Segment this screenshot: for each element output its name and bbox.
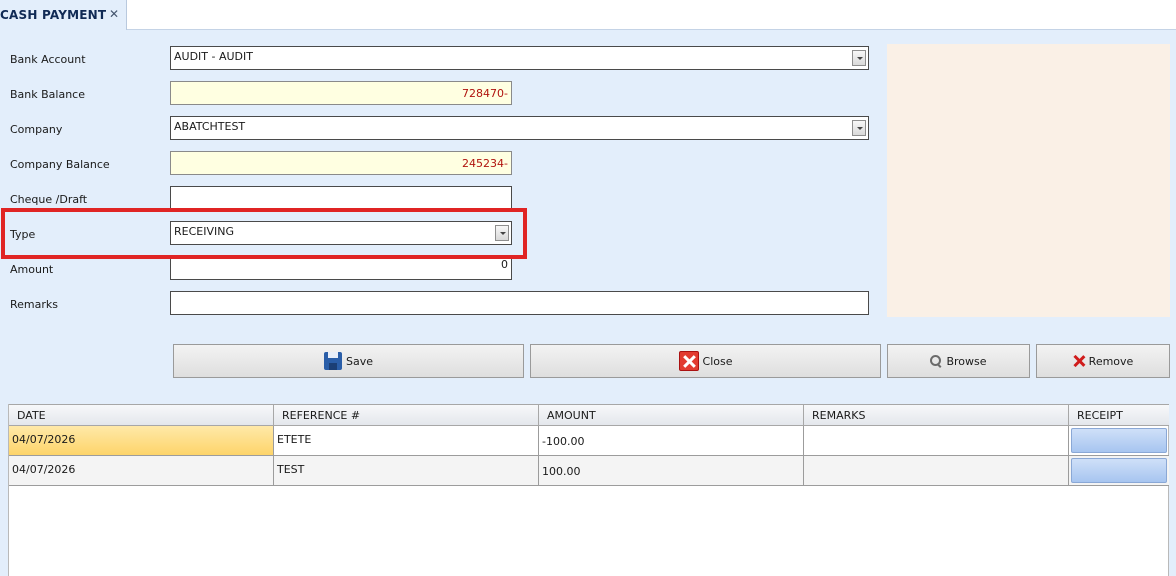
cell-date[interactable]: 04/07/2026 xyxy=(9,426,274,455)
bank-account-label: Bank Account xyxy=(10,53,86,66)
tab-strip: CASH PAYMENT ✕ xyxy=(0,0,1176,31)
receipt-button[interactable] xyxy=(1071,428,1167,453)
remarks-input[interactable] xyxy=(170,291,869,315)
bank-account-value: AUDIT - AUDIT xyxy=(174,50,253,63)
cell-reference[interactable]: TEST xyxy=(274,456,539,485)
column-header-receipt[interactable]: RECEIPT xyxy=(1069,405,1169,426)
tab-title: CASH PAYMENT xyxy=(0,8,107,22)
save-button-label: Save xyxy=(345,354,373,368)
type-label: Type xyxy=(10,228,36,241)
amount-label: Amount xyxy=(10,263,54,276)
browse-button-label: Browse xyxy=(946,354,987,368)
search-icon xyxy=(930,355,942,367)
cell-remarks[interactable] xyxy=(804,456,1069,485)
company-dropdown-icon[interactable] xyxy=(852,120,866,136)
company-combo[interactable]: ABATCHTEST xyxy=(170,116,869,140)
receipt-button[interactable] xyxy=(1071,458,1167,483)
close-button[interactable]: Close xyxy=(530,344,881,378)
type-dropdown-icon[interactable] xyxy=(495,225,509,241)
remove-button[interactable]: Remove xyxy=(1036,344,1170,378)
bank-account-combo[interactable]: AUDIT - AUDIT xyxy=(170,46,869,70)
company-balance-label: Company Balance xyxy=(10,158,110,171)
remove-icon xyxy=(1073,355,1085,367)
cell-receipt xyxy=(1069,456,1169,485)
cheque-draft-label: Cheque /Draft xyxy=(10,193,88,206)
close-button-label: Close xyxy=(702,354,733,368)
browse-button[interactable]: Browse xyxy=(887,344,1030,378)
column-header-date[interactable]: DATE xyxy=(9,405,274,426)
tab-cash-payment[interactable]: CASH PAYMENT ✕ xyxy=(0,0,127,31)
bank-account-dropdown-icon[interactable] xyxy=(852,50,866,66)
cash-payment-panel: Bank Account Bank Balance Company Compan… xyxy=(0,30,1176,576)
cell-receipt xyxy=(1069,426,1169,455)
cell-amount[interactable]: 100.00 xyxy=(539,456,804,485)
close-icon xyxy=(678,351,699,371)
save-icon xyxy=(323,352,342,370)
company-value: ABATCHTEST xyxy=(174,120,246,133)
payments-grid: DATE REFERENCE # AMOUNT REMARKS RECEIPT … xyxy=(8,404,1169,576)
remove-button-label: Remove xyxy=(1088,354,1134,368)
bank-balance-label: Bank Balance xyxy=(10,88,85,101)
column-header-amount[interactable]: AMOUNT xyxy=(539,405,804,426)
table-row[interactable]: 04/07/2026 ETETE -100.00 xyxy=(9,426,1169,456)
table-row[interactable]: 04/07/2026 TEST 100.00 xyxy=(9,456,1169,486)
save-button[interactable]: Save xyxy=(173,344,524,378)
column-header-reference[interactable]: REFERENCE # xyxy=(274,405,539,426)
bank-balance-field: 728470- xyxy=(170,81,512,105)
remarks-label: Remarks xyxy=(10,298,58,311)
tab-close-icon[interactable]: ✕ xyxy=(109,7,119,21)
cell-amount[interactable]: -100.00 xyxy=(539,426,804,455)
cell-remarks[interactable] xyxy=(804,426,1069,455)
amount-input[interactable]: 0 xyxy=(170,256,512,280)
company-balance-field: 245234- xyxy=(170,151,512,175)
cell-reference[interactable]: ETETE xyxy=(274,426,539,455)
cell-date[interactable]: 04/07/2026 xyxy=(9,456,274,485)
receipt-preview-area xyxy=(887,44,1170,317)
type-combo[interactable]: RECEIVING xyxy=(170,221,512,245)
type-value: RECEIVING xyxy=(174,225,234,238)
grid-header: DATE REFERENCE # AMOUNT REMARKS RECEIPT xyxy=(9,404,1169,426)
cheque-draft-input[interactable] xyxy=(170,186,512,210)
company-label: Company xyxy=(10,123,63,136)
column-header-remarks[interactable]: REMARKS xyxy=(804,405,1069,426)
